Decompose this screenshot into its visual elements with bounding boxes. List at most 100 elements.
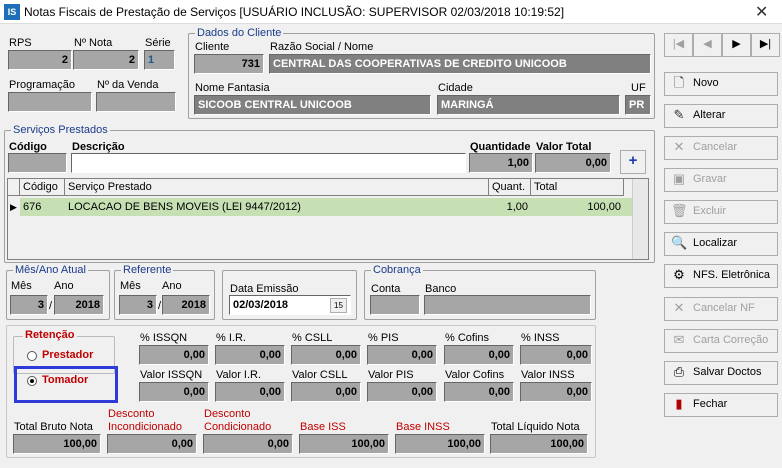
- col-servico[interactable]: Serviço Prestado: [65, 179, 489, 196]
- desc-incond-field[interactable]: 0,00: [107, 434, 197, 454]
- codigo-field[interactable]: [8, 153, 67, 173]
- razao-label: Razão Social / Nome: [270, 41, 374, 53]
- cancel-icon: ✕: [673, 139, 685, 154]
- action-button-6[interactable]: ⚙ NFS. Eletrônica: [664, 264, 778, 288]
- quantidade-field[interactable]: 1,00: [469, 153, 533, 173]
- banco-field[interactable]: [424, 295, 591, 315]
- radio-tomador[interactable]: [27, 376, 37, 386]
- bruto-field[interactable]: 100,00: [13, 434, 101, 454]
- referente-group: Referente Mês 3 / Ano 2018: [114, 264, 215, 320]
- val-field-2[interactable]: 0,00: [291, 382, 361, 402]
- cobranca-group-label: Cobrança: [371, 264, 423, 276]
- valor-total-field[interactable]: 0,00: [535, 153, 611, 173]
- action-button-2[interactable]: ✕ Cancelar: [664, 136, 778, 160]
- cidade-label: Cidade: [438, 82, 473, 94]
- edit-document-icon: ✎: [673, 107, 685, 122]
- val-field-1[interactable]: 0,00: [215, 382, 285, 402]
- radio-prestador[interactable]: [27, 351, 37, 361]
- action-button-4[interactable]: 🗑 Excluir: [664, 200, 778, 224]
- val-field-0[interactable]: 0,00: [139, 382, 209, 402]
- nav-prev-button[interactable]: ◀: [693, 33, 722, 57]
- action-button-5[interactable]: 🔍 Localizar: [664, 232, 778, 256]
- ano-field[interactable]: 2018: [54, 295, 104, 315]
- cliente-code-field[interactable]: 731: [194, 54, 264, 74]
- base-inss-field[interactable]: 100,00: [395, 434, 485, 454]
- action-button-10[interactable]: ▮ Fechar: [664, 393, 778, 417]
- mes-ano-group: Mês/Ano Atual Mês 3 / Ano 2018: [6, 264, 110, 320]
- nav-first-button[interactable]: |◀: [664, 33, 693, 57]
- grid-scrollbar[interactable]: [632, 179, 648, 259]
- nav-last-button[interactable]: ▶|: [751, 33, 780, 57]
- val-field-3[interactable]: 0,00: [367, 382, 437, 402]
- cidade-field[interactable]: MARINGÁ: [437, 95, 620, 115]
- ref-mes-field[interactable]: 3: [119, 295, 157, 315]
- ref-ano-field[interactable]: 2018: [162, 295, 210, 315]
- serie-label: Série: [145, 37, 171, 49]
- uf-label: UF: [631, 82, 646, 94]
- col-codigo[interactable]: Código: [20, 179, 65, 196]
- programacao-field[interactable]: [8, 92, 92, 112]
- cobranca-group: Cobrança Conta Banco: [364, 264, 596, 320]
- base-inss-label: Base INSS: [396, 421, 450, 433]
- close-icon[interactable]: ✕: [755, 2, 768, 22]
- table-row[interactable]: ▶ 676 LOCACAO DE BENS MOVEIS (LEI 9447/2…: [8, 198, 634, 216]
- trash-icon: 🗑: [671, 203, 688, 218]
- val-field-4[interactable]: 0,00: [444, 382, 514, 402]
- serie-field[interactable]: 1: [144, 50, 175, 70]
- ano-label: Ano: [54, 280, 74, 292]
- grid-indicator-header: [8, 179, 20, 196]
- action-button-0[interactable]: 🗋 Novo: [664, 72, 778, 96]
- tomador-label[interactable]: Tomador: [42, 374, 88, 386]
- row-pointer-icon: ▶: [8, 198, 20, 216]
- rps-label: RPS: [9, 37, 32, 49]
- action-button-3[interactable]: ▣ Gravar: [664, 168, 778, 192]
- pct-label-4: % Cofins: [445, 332, 490, 344]
- action-label: Novo: [693, 77, 719, 89]
- action-button-1[interactable]: ✎ Alterar: [664, 104, 778, 128]
- nota-field[interactable]: 2: [73, 50, 139, 70]
- desc-cond-field[interactable]: 0,00: [203, 434, 293, 454]
- action-label: Alterar: [693, 109, 726, 121]
- action-button-9[interactable]: ⎙ Salvar Doctos: [664, 361, 778, 385]
- desc-incond-label2: Incondicionado: [108, 421, 183, 433]
- razao-field[interactable]: CENTRAL DAS COOPERATIVAS DE CREDITO UNIC…: [269, 54, 651, 74]
- base-iss-field[interactable]: 100,00: [299, 434, 389, 454]
- cliente-group: Dados do Cliente Cliente 731 Razão Socia…: [188, 27, 655, 119]
- venda-field[interactable]: [96, 92, 176, 112]
- pct-label-5: % INSS: [521, 332, 560, 344]
- bruto-label: Total Bruto Nota: [14, 421, 93, 433]
- search-icon: 🔍: [671, 235, 688, 250]
- action-label: NFS. Eletrônica: [693, 269, 771, 281]
- pct-field-5[interactable]: 0,00: [520, 345, 592, 365]
- emissao-date-value: 02/03/2018: [233, 299, 289, 311]
- servicos-group-label: Serviços Prestados: [11, 124, 110, 136]
- action-button-7[interactable]: ✕ Cancelar NF: [664, 297, 778, 321]
- calendar-icon[interactable]: 15: [330, 298, 347, 313]
- col-total[interactable]: Total: [531, 179, 624, 196]
- fantasia-field[interactable]: SICOOB CENTRAL UNICOOB: [194, 95, 431, 115]
- rps-field[interactable]: 2: [8, 50, 72, 70]
- cell-servico: LOCACAO DE BENS MOVEIS (LEI 9447/2012): [68, 201, 301, 213]
- mes-field[interactable]: 3: [10, 295, 48, 315]
- liquido-label: Total Líquido Nota: [491, 421, 580, 433]
- prestador-label[interactable]: Prestador: [42, 349, 93, 361]
- action-button-8[interactable]: ✉ Carta Correção: [664, 329, 778, 353]
- pct-field-1[interactable]: 0,00: [215, 345, 285, 365]
- descricao-input[interactable]: [71, 153, 466, 173]
- emissao-label: Data Emissão: [230, 283, 299, 295]
- uf-field[interactable]: PR: [625, 95, 651, 115]
- pct-field-4[interactable]: 0,00: [444, 345, 514, 365]
- venda-label: Nº da Venda: [97, 79, 159, 91]
- add-service-button[interactable]: +: [620, 150, 646, 174]
- cell-codigo: 676: [23, 201, 42, 213]
- liquido-field[interactable]: 100,00: [490, 434, 588, 454]
- base-iss-label: Base ISS: [300, 421, 346, 433]
- conta-field[interactable]: [370, 295, 420, 315]
- pct-field-3[interactable]: 0,00: [367, 345, 437, 365]
- nav-next-button[interactable]: ▶: [722, 33, 751, 57]
- pct-field-0[interactable]: 0,00: [139, 345, 209, 365]
- val-field-5[interactable]: 0,00: [520, 382, 592, 402]
- col-quant[interactable]: Quant.: [489, 179, 531, 196]
- pct-field-2[interactable]: 0,00: [291, 345, 361, 365]
- exit-door-icon: ▮: [675, 396, 683, 411]
